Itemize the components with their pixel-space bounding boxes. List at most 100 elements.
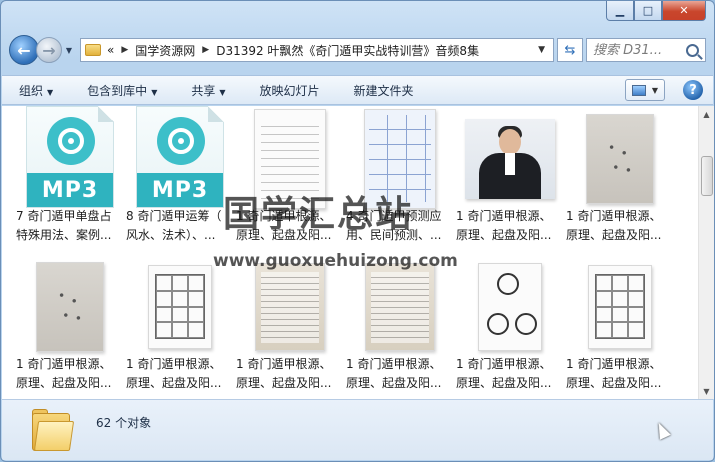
explorer-window: ▁ □ ✕ ← → ▼ « ▶ 国学资源网 ▶ D31392 叶飘然《奇门遁甲实… bbox=[0, 0, 715, 462]
folder-icon bbox=[32, 409, 75, 451]
view-icon bbox=[631, 84, 646, 96]
file-thumbnail bbox=[456, 254, 564, 359]
file-item[interactable]: 1 奇门遁甲根源、 原理、起盘及阳... bbox=[126, 254, 234, 399]
scroll-thumb[interactable] bbox=[701, 156, 713, 196]
folder-icon bbox=[85, 44, 101, 56]
document-image bbox=[588, 264, 652, 349]
close-button[interactable]: ✕ bbox=[662, 1, 706, 21]
command-bar: 组织 ▼ 包含到库中 ▼ 共享 ▼ 放映幻灯片 新建文件夹 ▼ ? bbox=[2, 75, 713, 105]
document-image bbox=[255, 262, 325, 351]
chevron-down-icon: ▼ bbox=[65, 45, 73, 55]
document-image bbox=[148, 264, 212, 349]
file-name-line1: 1 奇门遁甲根源、 bbox=[456, 209, 552, 223]
file-item[interactable]: 1 奇门遁甲根源、 原理、起盘及阳... bbox=[456, 106, 564, 251]
file-item[interactable]: MP3 8 奇门遁甲运筹（ 风水、法术）、... bbox=[126, 106, 234, 251]
back-button[interactable]: ← bbox=[9, 35, 39, 65]
file-name-line1: 1 奇门遁甲根源、 bbox=[236, 357, 332, 371]
search-box[interactable] bbox=[586, 38, 706, 62]
refresh-icon: ⇆ bbox=[564, 42, 576, 58]
file-item[interactable]: 1 奇门遁甲根源、 原理、起盘及阳... bbox=[236, 254, 344, 399]
scroll-up-icon[interactable]: ▲ bbox=[699, 106, 714, 122]
include-library-label: 包含到库中 bbox=[87, 83, 148, 98]
file-name-line1: 1 奇门遁甲根源、 bbox=[126, 357, 222, 371]
file-thumbnail bbox=[456, 106, 564, 211]
photo-image bbox=[465, 118, 555, 199]
slideshow-button[interactable]: 放映幻灯片 bbox=[260, 82, 320, 99]
vertical-scrollbar[interactable]: ▲ ▼ bbox=[698, 106, 714, 399]
file-name-line1: 1 奇门遁甲根源、 bbox=[566, 357, 662, 371]
back-arrow-icon: ← bbox=[17, 40, 31, 60]
file-item[interactable]: 1 奇门遁甲根源、 原理、起盘及阳... bbox=[16, 254, 124, 399]
forward-button[interactable]: → bbox=[36, 37, 62, 63]
maximize-button[interactable]: □ bbox=[634, 1, 662, 21]
watermark-url: www.guoxuehuizong.com bbox=[213, 251, 458, 271]
details-pane: 62 个对象 bbox=[2, 399, 713, 460]
file-name-line2: 原理、起盘及阳... bbox=[346, 376, 442, 390]
object-count: 62 个对象 bbox=[96, 415, 152, 430]
document-image bbox=[586, 113, 654, 204]
chevron-down-icon: ▼ bbox=[47, 87, 54, 97]
address-bar[interactable]: « ▶ 国学资源网 ▶ D31392 叶飘然《奇门遁甲实战特训营》音频8集 ▼ bbox=[80, 38, 554, 62]
file-name-line2: 特殊用法、案例... bbox=[16, 228, 112, 242]
document-image bbox=[36, 261, 104, 352]
maximize-icon: □ bbox=[642, 4, 654, 17]
search-input[interactable] bbox=[593, 42, 681, 58]
chevron-down-icon: ▼ bbox=[219, 87, 226, 97]
help-icon[interactable]: ? bbox=[683, 80, 703, 100]
mp3-file-icon: MP3 bbox=[26, 106, 114, 208]
file-name-line1: 1 奇门遁甲根源、 bbox=[456, 357, 552, 371]
file-name-line2: 原理、起盘及阳... bbox=[456, 376, 552, 390]
chevron-down-icon: ▼ bbox=[651, 85, 659, 95]
file-name-line1: 1 奇门遁甲根源、 bbox=[346, 357, 442, 371]
new-folder-button[interactable]: 新建文件夹 bbox=[354, 82, 414, 99]
file-thumbnail bbox=[566, 106, 674, 211]
file-item[interactable]: 1 奇门遁甲根源、 原理、起盘及阳... bbox=[456, 254, 564, 399]
forward-arrow-icon: → bbox=[42, 40, 56, 60]
file-thumbnail: MP3 bbox=[126, 106, 234, 211]
change-view-button[interactable]: ▼ bbox=[625, 79, 665, 101]
file-name-line2: 原理、起盘及阳... bbox=[456, 228, 552, 242]
mp3-thumb-label: MP3 bbox=[27, 173, 113, 207]
file-item[interactable]: 1 奇门遁甲根源、 原理、起盘及阳... bbox=[346, 254, 454, 399]
file-name-line1: 1 奇门遁甲根源、 bbox=[566, 209, 662, 223]
file-name-line1: 7 奇门遁甲单盘占 bbox=[16, 209, 112, 223]
caption-buttons: ▁ □ ✕ bbox=[606, 1, 706, 23]
navigation-bar: ← → ▼ « ▶ 国学资源网 ▶ D31392 叶飘然《奇门遁甲实战特训营》音… bbox=[9, 31, 706, 69]
toolbar-right: ▼ ? bbox=[625, 79, 703, 101]
file-name-line2: 原理、起盘及阳... bbox=[566, 228, 662, 242]
file-name-line2: 原理、起盘及阳... bbox=[16, 376, 112, 390]
address-dropdown-icon[interactable]: ▼ bbox=[534, 45, 549, 55]
share-menu[interactable]: 共享 ▼ bbox=[191, 82, 225, 99]
minimize-icon: ▁ bbox=[615, 4, 625, 17]
file-name-line1: 8 奇门遁甲运筹（ bbox=[126, 209, 222, 223]
file-name-line1: 1 奇门遁甲根源、 bbox=[16, 357, 112, 371]
refresh-button[interactable]: ⇆ bbox=[557, 38, 583, 62]
close-icon: ✕ bbox=[679, 4, 689, 17]
breadcrumb-separator-icon[interactable]: ▶ bbox=[202, 45, 209, 55]
include-library-menu[interactable]: 包含到库中 ▼ bbox=[87, 82, 157, 99]
file-item[interactable]: 1 奇门遁甲根源、 原理、起盘及阳... bbox=[566, 254, 674, 399]
file-name-line2: 原理、起盘及阳... bbox=[566, 376, 662, 390]
breadcrumb-separator-icon[interactable]: ▶ bbox=[121, 45, 128, 55]
file-name-line2: 原理、起盘及阳... bbox=[236, 376, 332, 390]
recent-pages-dropdown[interactable]: ▼ bbox=[62, 46, 76, 55]
file-thumbnail bbox=[16, 254, 124, 359]
organize-menu[interactable]: 组织 ▼ bbox=[19, 82, 53, 99]
search-icon[interactable] bbox=[686, 43, 699, 57]
breadcrumb-overflow[interactable]: « bbox=[107, 43, 114, 57]
watermark-text: 国学汇总站 bbox=[223, 193, 414, 235]
scroll-down-icon[interactable]: ▼ bbox=[699, 383, 714, 399]
organize-label: 组织 bbox=[19, 83, 44, 98]
breadcrumb-item-root[interactable]: 国学资源网 bbox=[135, 42, 195, 59]
file-item[interactable]: MP3 7 奇门遁甲单盘占 特殊用法、案例... bbox=[16, 106, 124, 251]
minimize-button[interactable]: ▁ bbox=[606, 1, 634, 21]
breadcrumb-item-current[interactable]: D31392 叶飘然《奇门遁甲实战特训营》音频8集 bbox=[216, 42, 479, 59]
file-thumbnail: MP3 bbox=[16, 106, 124, 211]
share-label: 共享 bbox=[191, 83, 216, 98]
document-image bbox=[365, 262, 435, 351]
file-name-line2: 风水、法术）、... bbox=[126, 228, 216, 242]
file-thumbnail bbox=[566, 254, 674, 359]
file-item[interactable]: 1 奇门遁甲根源、 原理、起盘及阳... bbox=[566, 106, 674, 251]
file-name-line2: 原理、起盘及阳... bbox=[126, 376, 222, 390]
chevron-down-icon: ▼ bbox=[151, 87, 158, 97]
